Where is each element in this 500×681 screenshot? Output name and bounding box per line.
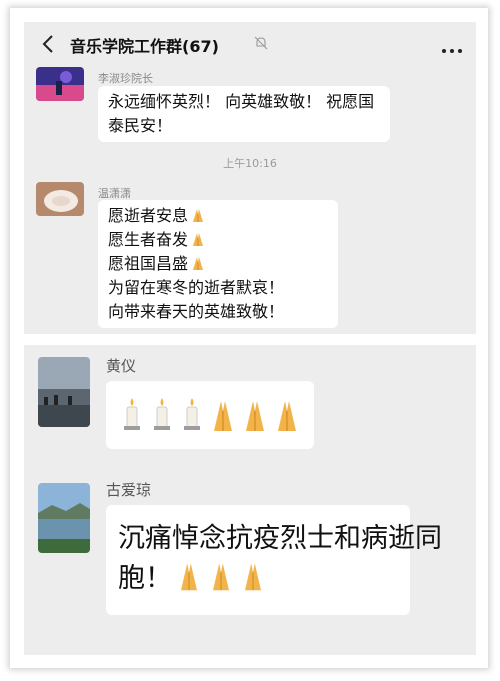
chat-panel-bottom: 黄仪 古爱琼 沉痛悼念抗疫烈士和病逝同 胞！ [24, 345, 476, 655]
message-line: 愿祖国昌盛 [108, 252, 328, 276]
praying-hands-icon [246, 401, 264, 431]
message-bubble[interactable]: 永远缅怀英烈！ 向英雄致敬！ 祝愿国泰民安！ [98, 86, 390, 142]
praying-hands-icon [193, 233, 204, 246]
mute-bell-icon [254, 36, 268, 50]
sender-name: 温潇潇 [98, 187, 131, 200]
avatar[interactable] [36, 182, 84, 216]
praying-hands-icon [181, 563, 197, 591]
message-line: 为留在寒冬的逝者默哀！ [108, 278, 285, 297]
candle-icon [154, 398, 170, 430]
message-bubble[interactable] [106, 381, 314, 449]
praying-hands-icon [193, 209, 204, 222]
more-dots-icon[interactable] [442, 38, 466, 53]
praying-hands-icon [278, 401, 296, 431]
back-arrow-icon[interactable] [38, 33, 60, 55]
avatar[interactable] [38, 483, 90, 553]
message-timestamp: 上午10:16 [223, 157, 277, 170]
avatar[interactable] [36, 67, 84, 101]
emoji-row [120, 397, 306, 437]
praying-hands-icon [245, 563, 261, 591]
praying-hands-icon [214, 401, 232, 431]
praying-hands-icon [213, 563, 229, 591]
message-text: 沉痛悼念抗疫烈士和病逝同 胞！ [118, 523, 442, 594]
message-line: 愿生者奋发 [108, 228, 328, 252]
candle-icon [124, 398, 140, 430]
chat-header: 音乐学院工作群(67) [24, 22, 476, 66]
message-bubble[interactable]: 愿逝者安息 愿生者奋发 愿祖国昌盛 为留在寒冬的逝者默哀！ 向带来春天的英雄致敬… [98, 200, 338, 328]
message-line: 向带来春天的英雄致敬！ [108, 302, 285, 321]
chat-title: 音乐学院工作群(67) [70, 37, 219, 56]
praying-hands-icon [193, 257, 204, 270]
message-line: 愿逝者安息 [108, 204, 328, 228]
message-bubble[interactable]: 沉痛悼念抗疫烈士和病逝同 胞！ [106, 505, 442, 615]
sender-name: 黄仪 [106, 357, 137, 375]
message-text: 永远缅怀英烈！ 向英雄致敬！ 祝愿国泰民安！ [108, 92, 375, 135]
sender-name: 李淑珍院长 [98, 72, 153, 85]
chat-panel-top: 音乐学院工作群(67) 李淑珍院长 永远缅怀英烈！ 向英雄致敬！ 祝愿国泰民安！… [24, 22, 476, 334]
avatar[interactable] [38, 357, 90, 427]
candle-icon [184, 398, 200, 430]
sender-name: 古爱琼 [106, 481, 152, 499]
